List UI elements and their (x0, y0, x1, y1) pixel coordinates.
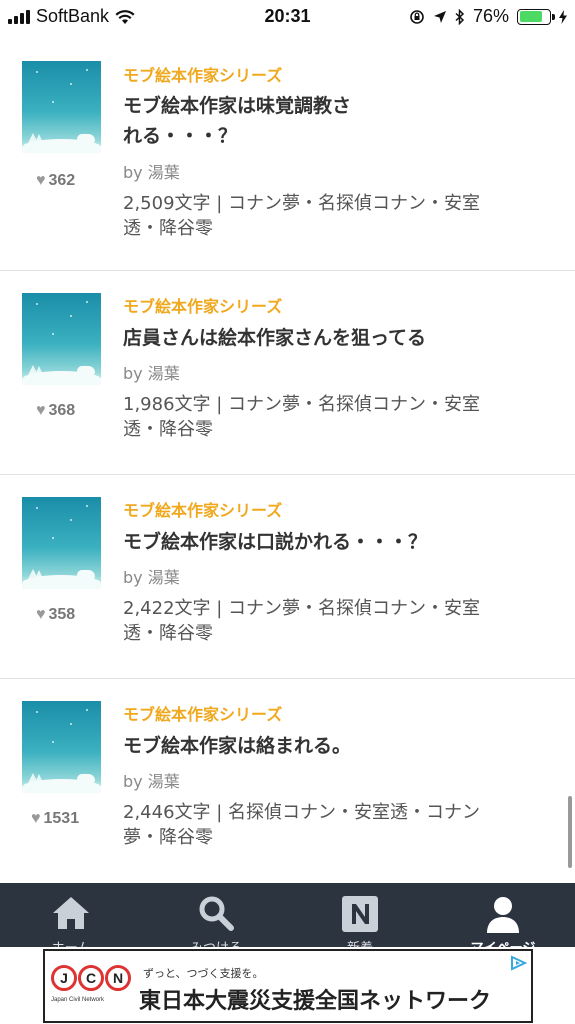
ad-logo-letter: J (51, 965, 77, 991)
ad-area: J C N Japan Civil Network ずっと、つづく支援を。 東日… (0, 947, 575, 1024)
tab-home[interactable]: ホーム (16, 883, 126, 947)
tab-label: 新着 (305, 937, 415, 947)
post-item[interactable]: ♥ 362 モブ絵本作家シリーズ モブ絵本作家は味覚調教さ れる・・・？ by 湯葉… (0, 36, 575, 271)
post-meta-line: 透・降谷零 (123, 419, 213, 440)
ad-logo-letter: C (78, 965, 104, 991)
post-title[interactable]: モブ絵本作家は絡まれる。 (123, 731, 523, 761)
scroll-indicator[interactable] (568, 796, 572, 868)
like-count-value: 368 (48, 402, 76, 419)
post-title-line: れる・・・？ (123, 125, 238, 147)
ad-headline: 東日本大震災支援全国ネットワーク (139, 989, 492, 1014)
post-title-line: 店員さんは絵本作家さんを狙ってる (123, 327, 427, 349)
tab-mypage[interactable]: マイページ (448, 883, 558, 947)
ad-banner[interactable]: J C N Japan Civil Network ずっと、つづく支援を。 東日… (43, 949, 533, 1023)
new-n-icon (342, 896, 378, 932)
post-title-line: モブ絵本作家は絡まれる。 (123, 735, 352, 757)
like-count: ♥ 358 (36, 606, 96, 624)
post-meta: 2,446文字 | 名探偵コナン・安室透・コナン 夢・降谷零 (123, 800, 543, 850)
like-count: ♥ 362 (36, 172, 96, 190)
ad-logo-letter: N (105, 965, 131, 991)
post-meta: 2,509文字 | コナン夢・名探偵コナン・安室 透・降谷零 (123, 191, 543, 241)
tab-label: ホーム (16, 937, 126, 947)
cover-image[interactable] (22, 497, 101, 589)
post-meta-line: 1,986文字 | コナン夢・名探偵コナン・安室 (123, 394, 481, 415)
post-author[interactable]: by 湯葉 (123, 360, 180, 384)
post-author[interactable]: by 湯葉 (123, 768, 180, 792)
post-title[interactable]: モブ絵本作家は味覚調教さ れる・・・？ (123, 91, 393, 151)
post-meta-line: 透・降谷零 (123, 218, 213, 239)
charging-icon (559, 9, 567, 24)
tab-label: みつける (161, 937, 271, 947)
post-item[interactable]: ♥ 358 モブ絵本作家シリーズ モブ絵本作家は口説かれる・・・？ by 湯葉 2… (0, 475, 575, 679)
post-meta: 2,422文字 | コナン夢・名探偵コナン・安室 透・降谷零 (123, 596, 543, 646)
post-meta-line: 透・降谷零 (123, 623, 213, 644)
post-meta-line: 2,422文字 | コナン夢・名探偵コナン・安室 (123, 598, 481, 619)
tab-label: マイページ (448, 937, 558, 947)
heart-icon: ♥ (31, 810, 41, 827)
status-right: 76% (409, 6, 567, 27)
post-meta: 1,986文字 | コナン夢・名探偵コナン・安室 透・降谷零 (123, 392, 543, 442)
bluetooth-icon (455, 8, 465, 25)
adchoices-icon[interactable] (509, 955, 527, 971)
like-count: ♥ 368 (36, 402, 96, 420)
like-count: ♥ 1531 (31, 810, 91, 828)
status-bar: SoftBank 20:31 76% (0, 0, 575, 36)
like-count-value: 1531 (43, 810, 80, 827)
heart-icon: ♥ (36, 402, 46, 419)
location-icon (433, 10, 446, 23)
battery-icon (517, 8, 555, 25)
cover-image[interactable] (22, 61, 101, 153)
tab-discover[interactable]: みつける (161, 883, 271, 947)
series-link[interactable]: モブ絵本作家シリーズ (123, 293, 282, 317)
home-icon (53, 897, 89, 929)
ad-logo-subtitle: Japan Civil Network (51, 997, 105, 1003)
search-icon (199, 896, 234, 931)
post-author[interactable]: by 湯葉 (123, 159, 180, 183)
post-meta-line: 2,509文字 | コナン夢・名探偵コナン・安室 (123, 193, 481, 214)
ad-tagline: ずっと、つづく支援を。 (143, 967, 264, 980)
post-list: ♥ 362 モブ絵本作家シリーズ モブ絵本作家は味覚調教さ れる・・・？ by 湯葉… (0, 36, 575, 884)
cover-image[interactable] (22, 701, 101, 793)
tab-new[interactable]: 新着 (305, 883, 415, 947)
series-link[interactable]: モブ絵本作家シリーズ (123, 62, 282, 86)
post-title[interactable]: モブ絵本作家は口説かれる・・・？ (123, 527, 523, 557)
heart-icon: ♥ (36, 172, 46, 189)
post-meta-line: 夢・降谷零 (123, 827, 213, 848)
tab-bar: ホーム みつける 新着 マイページ (0, 883, 575, 947)
rotation-lock-icon (410, 9, 424, 24)
cover-image[interactable] (22, 293, 101, 385)
series-link[interactable]: モブ絵本作家シリーズ (123, 497, 282, 521)
post-item[interactable]: ♥ 1531 モブ絵本作家シリーズ モブ絵本作家は絡まれる。 by 湯葉 2,44… (0, 679, 575, 884)
post-author[interactable]: by 湯葉 (123, 564, 180, 588)
post-title[interactable]: 店員さんは絵本作家さんを狙ってる (123, 323, 523, 353)
post-item[interactable]: ♥ 368 モブ絵本作家シリーズ 店員さんは絵本作家さんを狙ってる by 湯葉 1… (0, 271, 575, 475)
like-count-value: 362 (48, 172, 76, 189)
like-count-value: 358 (48, 606, 76, 623)
post-meta-line: 2,446文字 | 名探偵コナン・安室透・コナン (123, 802, 481, 823)
post-title-line: モブ絵本作家は味覚調教さ (123, 95, 352, 117)
heart-icon: ♥ (36, 606, 46, 623)
battery-percent: 76% (472, 6, 509, 26)
person-icon (487, 897, 519, 933)
series-link[interactable]: モブ絵本作家シリーズ (123, 701, 282, 725)
post-title-line: モブ絵本作家は口説かれる・・・？ (123, 531, 428, 553)
